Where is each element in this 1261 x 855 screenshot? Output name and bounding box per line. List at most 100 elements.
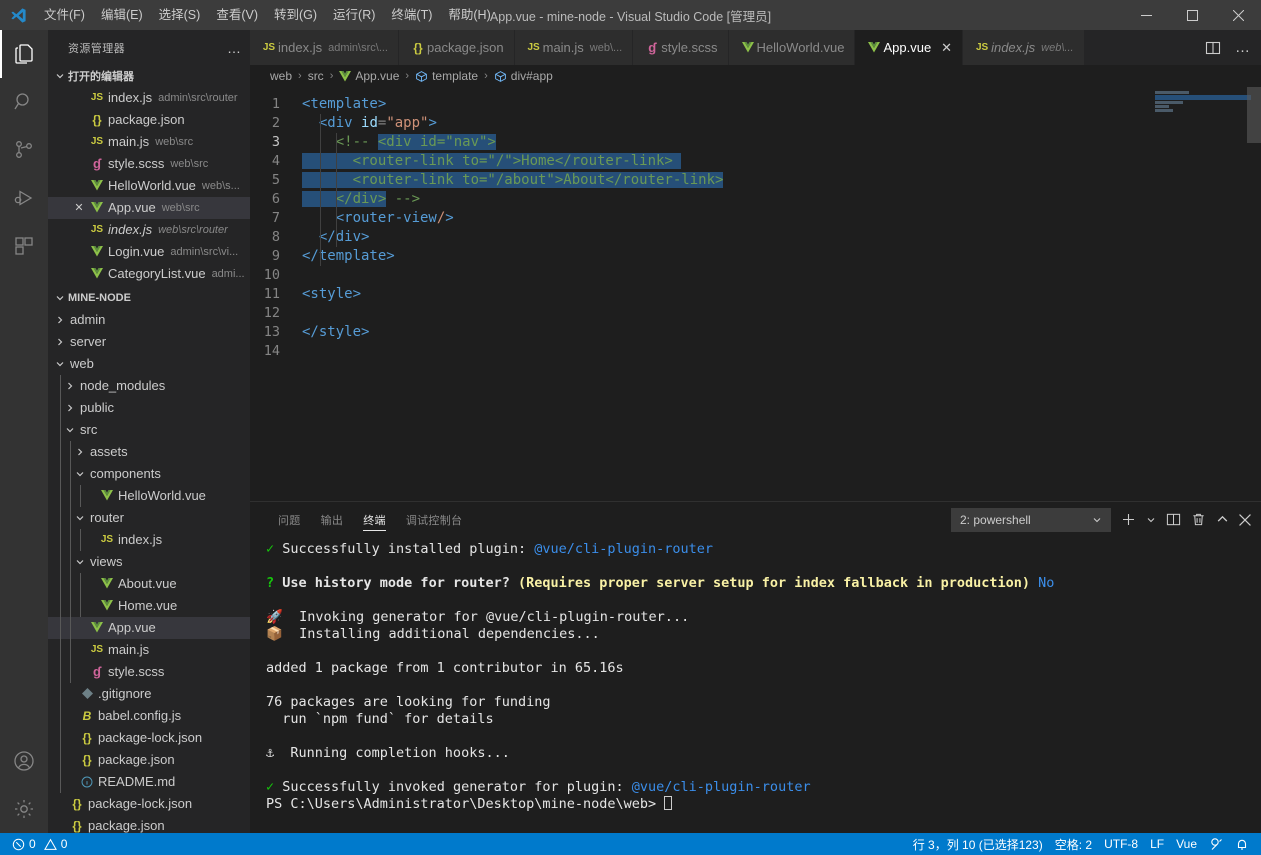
editor-tab[interactable]: ɠ style.scss [633, 30, 729, 65]
code-line[interactable]: 2 <div id="app"> [250, 114, 1261, 133]
code-line[interactable]: 1 <template> [250, 95, 1261, 114]
breadcrumb-item[interactable]: src [308, 69, 324, 83]
breadcrumb-item[interactable]: div#app [494, 69, 553, 83]
tree-folder[interactable]: src [48, 418, 250, 441]
status-eol[interactable]: LF [1144, 833, 1170, 855]
tree-folder[interactable]: node_modules [48, 374, 250, 397]
panel-tab-debug-console[interactable]: 调试控制台 [396, 502, 473, 537]
tree-file[interactable]: App.vue [48, 616, 250, 639]
status-problems[interactable]: 0 0 [6, 833, 73, 855]
activity-item-source-control[interactable] [0, 126, 48, 174]
activity-item-run-and-debug[interactable] [0, 174, 48, 222]
tree-folder[interactable]: server [48, 331, 250, 353]
code-line[interactable]: 4 <router-link to="/">Home</router-link> [250, 152, 1261, 171]
tree-file[interactable]: .gitignore [48, 682, 250, 705]
trash-icon[interactable] [1191, 512, 1206, 527]
menu-run[interactable]: 运行(R) [325, 0, 383, 30]
close-editor-icon[interactable]: ✕ [70, 201, 88, 214]
breadcrumb-item[interactable]: template [415, 69, 478, 83]
tree-folder[interactable]: assets [48, 440, 250, 463]
menu-selection[interactable]: 选择(S) [151, 0, 209, 30]
minimize-icon[interactable] [1123, 0, 1169, 30]
code-line[interactable]: 7 <router-view/> [250, 209, 1261, 228]
open-editor-item[interactable]: JS index.js admin\src\router [48, 87, 250, 109]
tree-file[interactable]: README.md [48, 770, 250, 793]
menu-go[interactable]: 转到(G) [266, 0, 325, 30]
code-line[interactable]: 5 <router-link to="/about">About</router… [250, 171, 1261, 190]
open-editor-item[interactable]: JS main.js web\src [48, 131, 250, 153]
tree-folder[interactable]: admin [48, 309, 250, 331]
code-line[interactable]: 10 [250, 266, 1261, 285]
activity-item-extensions[interactable] [0, 222, 48, 270]
status-indentation[interactable]: 空格: 2 [1049, 833, 1098, 855]
split-terminal-icon[interactable] [1166, 512, 1181, 527]
close-icon[interactable] [1215, 0, 1261, 30]
tree-file[interactable]: JS index.js [48, 528, 250, 551]
code-line[interactable]: 13 </style> [250, 323, 1261, 342]
panel-tab-terminal[interactable]: 终端 [353, 502, 396, 537]
menu-edit[interactable]: 编辑(E) [93, 0, 151, 30]
sidebar-more-icon[interactable]: … [227, 40, 242, 56]
tree-folder[interactable]: public [48, 396, 250, 419]
chevron-down-icon[interactable] [1146, 515, 1156, 525]
section-project[interactable]: MINE-NODE [48, 287, 250, 309]
tree-file[interactable]: HelloWorld.vue [48, 484, 250, 507]
code-content[interactable]: 1 <template> 2 <div id="app"> 3 <!-- <div i… [250, 95, 1261, 361]
scrollbar-thumb[interactable] [1247, 87, 1261, 143]
open-editor-item[interactable]: JS index.js web\src\router [48, 219, 250, 241]
open-editor-item[interactable]: {} package.json [48, 109, 250, 131]
open-editor-item[interactable]: Login.vue admin\src\vi... [48, 241, 250, 263]
menu-file[interactable]: 文件(F) [36, 0, 93, 30]
tree-file[interactable]: {} package.json [48, 815, 250, 833]
tree-file[interactable]: Bbabel.config.js [48, 704, 250, 727]
activity-item-search[interactable] [0, 78, 48, 126]
open-editor-item[interactable]: ɠ style.scss web\src [48, 153, 250, 175]
editor-tab[interactable]: JS index.js admin\src\... [250, 30, 399, 65]
open-editor-item[interactable]: CategoryList.vue admi... [48, 263, 250, 285]
status-notifications[interactable] [1229, 833, 1255, 855]
terminal-output[interactable]: ✓ Successfully installed plugin: @vue/cl… [250, 537, 1261, 833]
code-line[interactable]: 3 <!-- <div id="nav"> [250, 133, 1261, 152]
tree-folder[interactable]: router [48, 506, 250, 529]
tree-folder[interactable]: web [48, 353, 250, 375]
section-open-editors[interactable]: 打开的编辑器 [48, 65, 250, 87]
minimap[interactable] [1137, 87, 1251, 501]
tree-file[interactable]: About.vue [48, 572, 250, 595]
menu-bar[interactable]: 文件(F) 编辑(E) 选择(S) 查看(V) 转到(G) 运行(R) 终端(T… [36, 0, 499, 30]
code-line[interactable]: 9 </template> [250, 247, 1261, 266]
new-terminal-icon[interactable] [1121, 512, 1136, 527]
tree-file[interactable]: {} package-lock.json [48, 793, 250, 815]
activity-item-accounts[interactable] [0, 737, 48, 785]
editor-tab[interactable]: JS main.js web\... [514, 30, 634, 65]
code-line[interactable]: 12 [250, 304, 1261, 323]
editor-tab[interactable]: HelloWorld.vue [728, 30, 856, 65]
editor-scrollbar[interactable] [1247, 87, 1261, 501]
close-tab-icon[interactable]: ✕ [941, 40, 952, 56]
split-editor-icon[interactable] [1205, 40, 1221, 56]
tree-file[interactable]: Home.vue [48, 594, 250, 617]
text-editor[interactable]: 1 <template> 2 <div id="app"> 3 <!-- <div i… [250, 87, 1261, 501]
code-line[interactable]: 6 </div> --> [250, 190, 1261, 209]
terminal-select[interactable]: 2: powershell [951, 507, 1111, 532]
breadcrumb-item[interactable]: App.vue [339, 69, 399, 83]
code-line[interactable]: 14 [250, 342, 1261, 361]
close-panel-icon[interactable] [1239, 513, 1251, 526]
tree-file[interactable]: ɠ style.scss [48, 660, 250, 683]
maximize-panel-icon[interactable] [1216, 513, 1229, 526]
menu-terminal[interactable]: 终端(T) [383, 0, 440, 30]
more-actions-icon[interactable]: … [1235, 40, 1251, 55]
breadcrumb[interactable]: web › src › App.vue › template › div#app [250, 65, 1261, 87]
maximize-icon[interactable] [1169, 0, 1215, 30]
tree-folder[interactable]: views [48, 550, 250, 573]
tree-file[interactable]: {} package.json [48, 748, 250, 771]
menu-view[interactable]: 查看(V) [208, 0, 266, 30]
panel-tab-problems[interactable]: 问题 [268, 502, 311, 537]
status-language-mode[interactable]: Vue [1170, 833, 1203, 855]
code-line[interactable]: 11 <style> [250, 285, 1261, 304]
breadcrumb-item[interactable]: web [270, 69, 292, 83]
open-editor-item[interactable]: ✕ App.vue web\src [48, 196, 250, 219]
editor-tab[interactable]: {} package.json [398, 30, 515, 65]
activity-item-explorer[interactable] [0, 30, 48, 78]
activity-item-settings[interactable] [0, 785, 48, 833]
tree-file[interactable]: {} package-lock.json [48, 726, 250, 749]
